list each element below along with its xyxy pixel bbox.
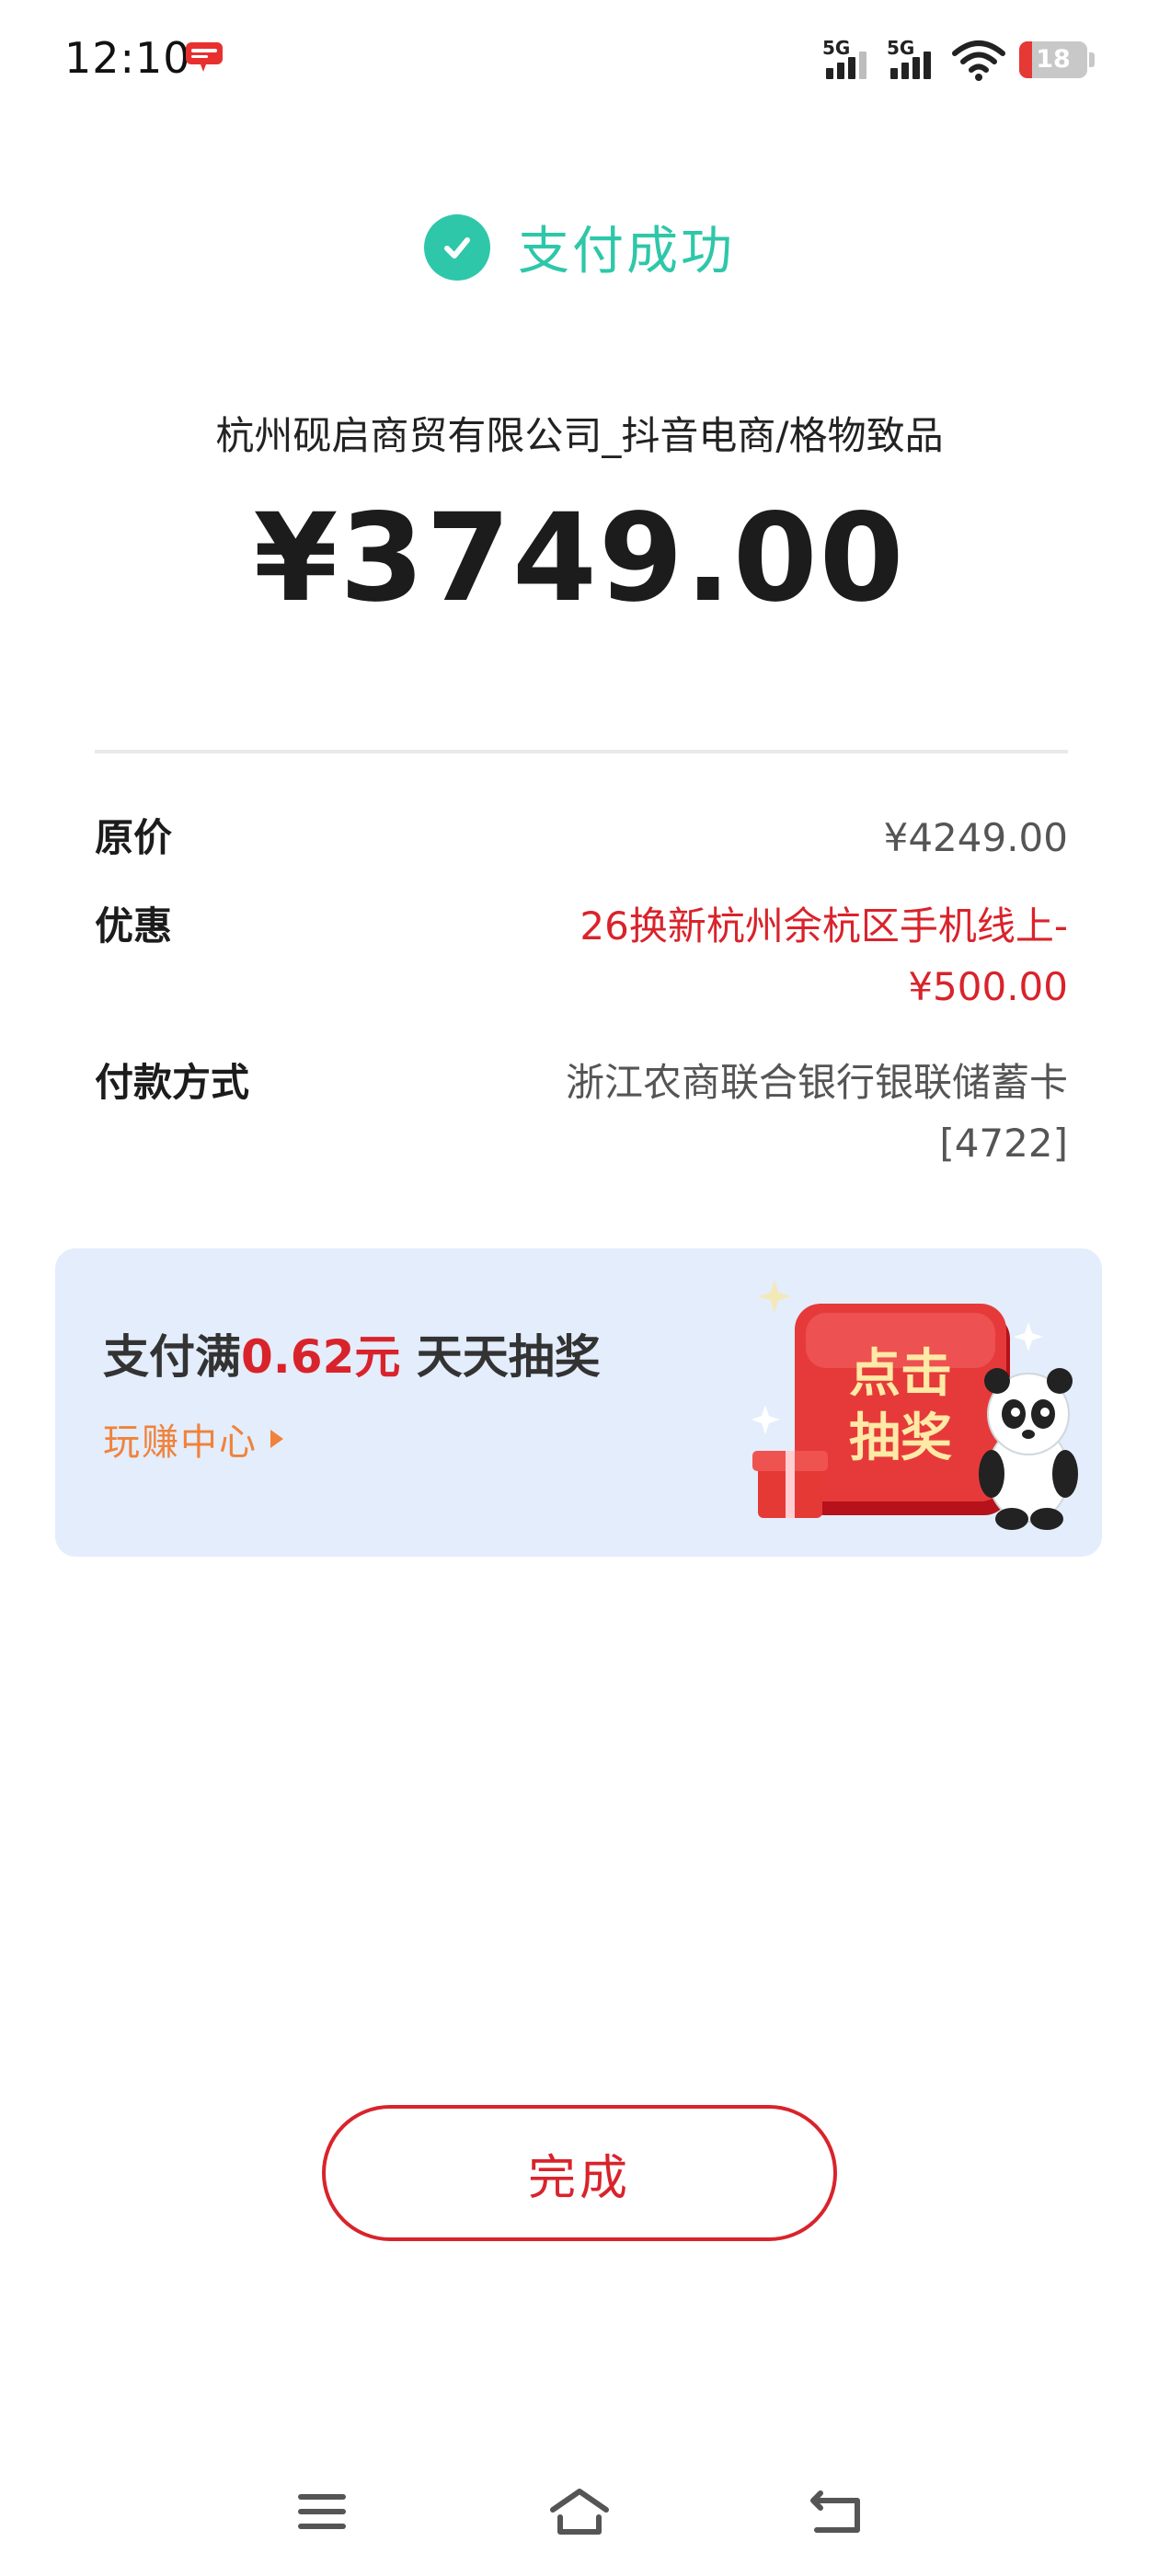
lottery-art-line1: 点击 [849, 1344, 952, 1404]
payment-bank-name: 浙江农商联合银行银联储蓄卡 [565, 1060, 1068, 1105]
battery-icon: 18 [1019, 41, 1087, 78]
done-button[interactable]: 完成 [322, 2105, 837, 2241]
promo-title-suffix: 天天抽奖 [416, 1330, 601, 1384]
discount-value: 26换新杭州余杭区手机线上- ¥500.00 [580, 898, 1068, 1054]
home-icon[interactable] [543, 2475, 616, 2548]
check-circle-icon [424, 213, 490, 281]
battery-tip [1089, 52, 1095, 67]
paid-amount: ¥3749.00 [253, 488, 906, 629]
signal-icon: 5G [887, 37, 938, 83]
arrow-right-icon [270, 1430, 283, 1448]
back-icon[interactable] [800, 2475, 874, 2548]
original-price-value: ¥4249.00 [883, 815, 1068, 860]
divider [95, 750, 1068, 753]
promo-title: 支付满0.62元 天天抽奖 [103, 1320, 601, 1386]
wifi-icon [952, 40, 1005, 81]
payment-details: 原价 ¥4249.00 优惠 26换新杭州余杭区手机线上- ¥500.00 付款… [95, 810, 1068, 1202]
payment-success-screen: 12:10 5G 5G 18 支付成功 杭州砚启商贸有限公司_抖音电商/格物致品… [0, 0, 1159, 2576]
merchant-name: 杭州砚启商贸有限公司_抖音电商/格物致品 [215, 413, 944, 458]
signal-icon: 5G [822, 37, 874, 83]
success-title: 支付成功 [518, 222, 735, 282]
original-price-row: 原价 ¥4249.00 [95, 810, 1068, 898]
success-header: 支付成功 [0, 210, 1159, 284]
original-price-label: 原价 [95, 815, 173, 860]
promo-title-amount: 0.62元 [241, 1330, 401, 1384]
promo-title-prefix: 支付满 [103, 1330, 241, 1384]
status-icons: 5G 5G 18 [822, 37, 1095, 83]
lottery-panda-illustration[interactable]: 点击 抽奖 [752, 1267, 1084, 1543]
payment-method-row: 付款方式 浙江农商联合银行银联储蓄卡 [4722] [95, 1054, 1068, 1202]
menu-icon[interactable] [285, 2475, 359, 2548]
play-earn-center-label: 玩赚中心 [103, 1421, 258, 1464]
lottery-art-line2: 抽奖 [849, 1409, 952, 1468]
discount-row: 优惠 26换新杭州余杭区手机线上- ¥500.00 [95, 898, 1068, 1054]
payment-method-label: 付款方式 [95, 1060, 250, 1105]
play-earn-center-link[interactable]: 玩赚中心 [103, 1412, 283, 1466]
discount-description: 26换新杭州余杭区手机线上- [580, 903, 1068, 949]
system-nav-bar [0, 2475, 1159, 2548]
discount-amount: ¥500.00 [908, 964, 1068, 1009]
status-time: 12:10 [64, 33, 191, 83]
status-bar: 12:10 5G 5G 18 [0, 0, 1159, 120]
discount-label: 优惠 [95, 903, 173, 949]
lottery-promo-card[interactable]: 支付满0.62元 天天抽奖 玩赚中心 点击 抽奖 [55, 1248, 1102, 1557]
payment-method-value: 浙江农商联合银行银联储蓄卡 [4722] [566, 1054, 1068, 1202]
payment-card-tail: [4722] [939, 1121, 1068, 1166]
app-notification-icon [186, 42, 223, 72]
